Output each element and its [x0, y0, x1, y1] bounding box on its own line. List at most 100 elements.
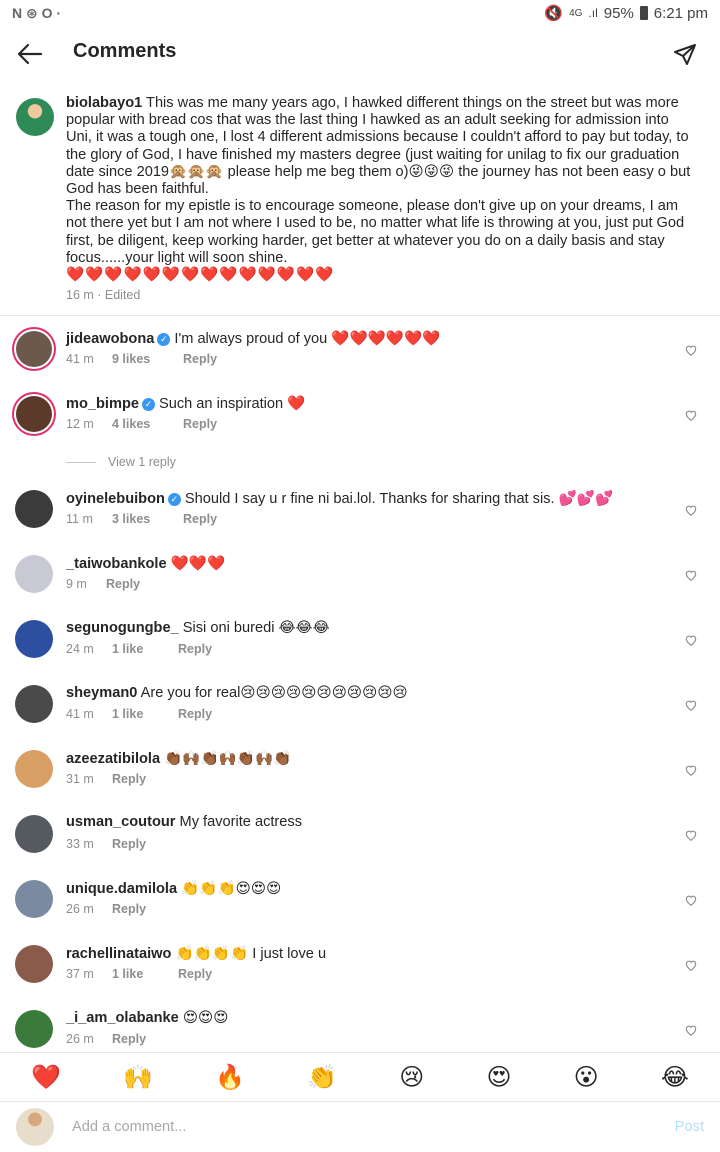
comment-likes[interactable]: 1 like — [112, 707, 178, 721]
post-button[interactable]: Post — [675, 1119, 704, 1135]
comment-likes[interactable]: 1 like — [112, 967, 178, 981]
like-heart-icon[interactable] — [684, 568, 698, 582]
emoji-crying-button[interactable]: 😢 — [399, 1063, 424, 1092]
comment-username[interactable]: oyinelebuibon — [66, 491, 165, 507]
comment-row: rachellinataiwo 👏👏👏👏 I just love u 37 m 1… — [0, 940, 720, 1000]
signal-icon: .ıl — [588, 6, 598, 20]
avatar[interactable] — [15, 880, 53, 918]
like-heart-icon[interactable] — [684, 633, 698, 647]
like-heart-icon[interactable] — [684, 763, 698, 777]
comment-text: 😍😍😍 — [182, 1010, 229, 1026]
status-bar: N ⊛ O · 🔇 4G .ıl 95% 6:21 pm — [0, 0, 720, 26]
reply-button[interactable]: Reply — [112, 902, 146, 916]
comment-time: 12 m — [66, 417, 94, 431]
comment-row: usman_coutour My favorite actress 33 m Re… — [0, 810, 720, 870]
avatar[interactable] — [16, 396, 52, 432]
comment-row: segunogungbe_ Sisi oni buredi 😂😂😂 24 m 1 … — [0, 615, 720, 675]
comment-row: _taiwobankole ❤️❤️❤️ 9 m Reply — [0, 550, 720, 610]
comment-text: 👏👏👏😍😍😍 — [181, 881, 282, 897]
avatar[interactable] — [15, 945, 53, 983]
caption-text: biolabayo1 This was me many years ago, I… — [66, 95, 694, 284]
comment-time: 9 m — [66, 577, 87, 591]
reply-button[interactable]: Reply — [178, 642, 212, 656]
comment-time: 33 m — [66, 837, 94, 851]
like-heart-icon[interactable] — [684, 408, 698, 422]
comment-likes[interactable]: 1 like — [112, 642, 178, 656]
reply-button[interactable]: Reply — [178, 967, 212, 981]
emoji-clap-button[interactable]: 👏 — [307, 1063, 337, 1092]
comment-likes[interactable]: 3 likes — [112, 512, 183, 526]
comment-username[interactable]: azeezatibilola — [66, 751, 160, 767]
reply-button[interactable]: Reply — [183, 352, 217, 366]
status-left-icons: N ⊛ O · — [12, 4, 62, 21]
mute-icon: 🔇 — [544, 5, 564, 22]
clock: 6:21 pm — [653, 4, 708, 22]
comment-likes[interactable]: 9 likes — [112, 352, 183, 366]
comment-username[interactable]: unique.damilola — [66, 881, 177, 897]
comment-time: 26 m — [66, 1032, 94, 1046]
comment-time: 24 m — [66, 642, 94, 656]
avatar[interactable] — [16, 98, 54, 136]
comment-row: oyinelebuibon ✓ Should I say u r fine ni b… — [0, 485, 720, 545]
reply-button[interactable]: Reply — [112, 772, 146, 786]
comment-time: 26 m — [66, 902, 94, 916]
comment-row: azeezatibilola 👏🏾🙌🏾👏🏾🙌🏾👏🏾🙌🏾👏🏾 31 m Reply — [0, 745, 720, 805]
reply-button[interactable]: Reply — [112, 837, 146, 851]
status-right: 🔇 4G .ıl 95% 6:21 pm — [544, 4, 708, 23]
comment-text: Sisi oni buredi 😂😂😂 — [182, 620, 330, 636]
comment-row: unique.damilola 👏👏👏😍😍😍 26 m Reply — [0, 875, 720, 935]
comment-username[interactable]: usman_coutour — [66, 814, 175, 830]
comment-time: 41 m — [66, 352, 94, 366]
comment-username[interactable]: segunogungbe_ — [66, 620, 179, 636]
verified-badge-icon: ✓ — [141, 398, 155, 411]
avatar[interactable] — [15, 1010, 53, 1048]
comment-row: jideawobona ✓ I'm always proud of you ❤️❤️… — [0, 325, 720, 385]
view-replies-button[interactable]: View 1 reply — [66, 455, 176, 469]
comment-username[interactable]: sheyman0 — [66, 685, 137, 701]
caption-hearts: ❤️❤️❤️❤️❤️❤️❤️❤️❤️❤️❤️❤️❤️❤️ — [66, 267, 335, 284]
avatar — [16, 1108, 54, 1146]
like-heart-icon[interactable] — [684, 828, 698, 842]
like-heart-icon[interactable] — [684, 958, 698, 972]
comment-input[interactable] — [72, 1115, 632, 1139]
avatar[interactable] — [15, 555, 53, 593]
comment-likes[interactable]: 4 likes — [112, 417, 183, 431]
avatar[interactable] — [15, 620, 53, 658]
reply-button[interactable]: Reply — [183, 512, 217, 526]
emoji-fire-button[interactable]: 🔥 — [215, 1063, 245, 1092]
caption-meta: 16 m · Edited — [66, 288, 141, 302]
comment-username[interactable]: _taiwobankole — [66, 556, 167, 572]
comment-username[interactable]: jideawobona — [66, 331, 154, 347]
reply-button[interactable]: Reply — [112, 1032, 146, 1046]
reply-button[interactable]: Reply — [178, 707, 212, 721]
caption-username[interactable]: biolabayo1 — [66, 95, 142, 111]
comment-username[interactable]: rachellinataiwo — [66, 946, 171, 962]
comment-username[interactable]: mo_bimpe — [66, 396, 139, 412]
share-button[interactable] — [668, 38, 702, 72]
avatar[interactable] — [15, 750, 53, 788]
comment-text: 👏🏾🙌🏾👏🏾🙌🏾👏🏾🙌🏾👏🏾 — [164, 751, 292, 767]
emoji-raised-hands-button[interactable]: 🙌 — [123, 1063, 153, 1092]
avatar[interactable] — [15, 490, 53, 528]
like-heart-icon[interactable] — [684, 893, 698, 907]
comment-text: Should I say u r fine ni bai.lol. Thanks… — [184, 491, 614, 507]
avatar[interactable] — [15, 685, 53, 723]
emoji-laughing-button[interactable]: 😂 — [661, 1063, 689, 1092]
back-button[interactable] — [12, 36, 48, 72]
comment-username[interactable]: _i_am_olabanke — [66, 1010, 179, 1026]
avatar[interactable] — [16, 331, 52, 367]
like-heart-icon[interactable] — [684, 698, 698, 712]
emoji-heart-button[interactable]: ❤️ — [31, 1063, 61, 1092]
like-heart-icon[interactable] — [684, 503, 698, 517]
like-heart-icon[interactable] — [684, 343, 698, 357]
reply-button[interactable]: Reply — [106, 577, 140, 591]
verified-badge-icon: ✓ — [157, 333, 171, 346]
like-heart-icon[interactable] — [684, 1023, 698, 1037]
emoji-surprised-button[interactable]: 😮 — [574, 1063, 599, 1092]
comment-time: 37 m — [66, 967, 94, 981]
emoji-heart-eyes-button[interactable]: 😍 — [486, 1063, 511, 1092]
comment-row: mo_bimpe ✓ Such an inspiration ❤️ 12 m 4 li… — [0, 390, 720, 450]
reply-button[interactable]: Reply — [183, 417, 217, 431]
comment-text: My favorite actress — [179, 814, 302, 830]
avatar[interactable] — [15, 815, 53, 853]
